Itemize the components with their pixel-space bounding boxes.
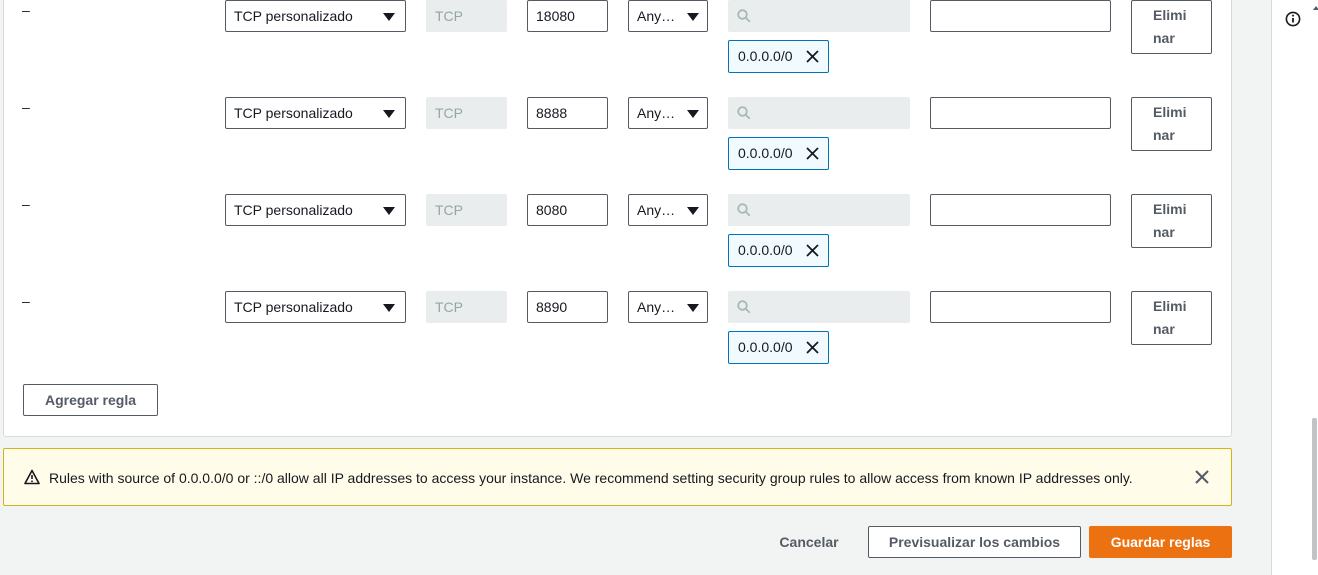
close-icon[interactable]	[806, 147, 819, 160]
close-icon[interactable]	[1195, 470, 1209, 484]
port-range-input[interactable]: 8080	[527, 194, 608, 226]
delete-rule-button[interactable]: Elimi nar	[1131, 194, 1212, 248]
rule-row: – TCP personalizado TCP 8080 Any… 0.0.0.…	[0, 194, 1232, 284]
save-rules-button[interactable]: Guardar reglas	[1089, 526, 1232, 558]
cidr-token: 0.0.0.0/0	[728, 40, 829, 73]
source-search-input[interactable]	[728, 0, 910, 32]
rule-type-select[interactable]: TCP personalizado	[225, 194, 406, 226]
protocol-field: TCP	[426, 97, 507, 129]
help-rail	[1271, 0, 1318, 575]
delete-label-line1: Elimi	[1153, 298, 1187, 314]
scroll-up-icon[interactable]	[1313, 6, 1318, 10]
source-type-select[interactable]: Any…	[628, 194, 708, 226]
delete-rule-button[interactable]: Elimi nar	[1131, 291, 1212, 345]
delete-label-line1: Elimi	[1153, 201, 1187, 217]
rule-id-dash: –	[22, 2, 30, 18]
cidr-token-label: 0.0.0.0/0	[738, 242, 793, 258]
source-type-value: Any…	[637, 299, 676, 315]
rule-type-value: TCP personalizado	[234, 105, 353, 121]
delete-label-line2: nar	[1153, 127, 1175, 143]
port-range-input[interactable]: 8890	[527, 291, 608, 323]
source-type-select[interactable]: Any…	[628, 97, 708, 129]
protocol-field: TCP	[426, 291, 507, 323]
source-type-select[interactable]: Any…	[628, 291, 708, 323]
source-type-value: Any…	[637, 105, 676, 121]
description-input[interactable]	[930, 194, 1111, 226]
caret-down-icon	[383, 13, 395, 21]
info-icon[interactable]	[1285, 11, 1301, 27]
rule-type-value: TCP personalizado	[234, 299, 353, 315]
delete-rule-button[interactable]: Elimi nar	[1131, 97, 1212, 151]
delete-label-line2: nar	[1153, 224, 1175, 240]
warning-alert: Rules with source of 0.0.0.0/0 or ::/0 a…	[3, 448, 1232, 506]
description-input[interactable]	[930, 97, 1111, 129]
close-icon[interactable]	[806, 50, 819, 63]
rule-type-select[interactable]: TCP personalizado	[225, 97, 406, 129]
caret-down-icon	[383, 110, 395, 118]
rule-type-value: TCP personalizado	[234, 202, 353, 218]
caret-down-icon	[687, 207, 699, 215]
port-range-input[interactable]: 8888	[527, 97, 608, 129]
cidr-token: 0.0.0.0/0	[728, 137, 829, 170]
source-search-input[interactable]	[728, 194, 910, 226]
caret-down-icon	[687, 13, 699, 21]
search-icon	[737, 106, 751, 120]
cidr-token-label: 0.0.0.0/0	[738, 339, 793, 355]
search-icon	[737, 9, 751, 23]
close-icon[interactable]	[806, 244, 819, 257]
port-range-input[interactable]: 18080	[527, 0, 608, 32]
rule-row: – TCP personalizado TCP 8890 Any… 0.0.0.…	[0, 291, 1232, 381]
rule-id-dash: –	[22, 196, 30, 212]
caret-down-icon	[687, 304, 699, 312]
search-icon	[737, 300, 751, 314]
delete-label-line2: nar	[1153, 321, 1175, 337]
rule-type-value: TCP personalizado	[234, 8, 353, 24]
preview-changes-button[interactable]: Previsualizar los cambios	[868, 526, 1081, 558]
caret-down-icon	[383, 207, 395, 215]
caret-down-icon	[687, 110, 699, 118]
description-input[interactable]	[930, 291, 1111, 323]
delete-label-line1: Elimi	[1153, 104, 1187, 120]
source-type-value: Any…	[637, 202, 676, 218]
rule-id-dash: –	[22, 293, 30, 309]
protocol-field: TCP	[426, 194, 507, 226]
cidr-token-label: 0.0.0.0/0	[738, 48, 793, 64]
source-type-value: Any…	[637, 8, 676, 24]
description-input[interactable]	[930, 0, 1111, 32]
rule-id-dash: –	[22, 99, 30, 115]
delete-label-line2: nar	[1153, 30, 1175, 46]
rule-type-select[interactable]: TCP personalizado	[225, 0, 406, 32]
caret-down-icon	[383, 304, 395, 312]
close-icon[interactable]	[806, 341, 819, 354]
delete-label-line1: Elimi	[1153, 7, 1187, 23]
alert-message: Rules with source of 0.0.0.0/0 or ::/0 a…	[49, 470, 1133, 486]
delete-rule-button[interactable]: Elimi nar	[1131, 0, 1212, 54]
source-search-input[interactable]	[728, 291, 910, 323]
cidr-token: 0.0.0.0/0	[728, 234, 829, 267]
rule-type-select[interactable]: TCP personalizado	[225, 291, 406, 323]
source-search-input[interactable]	[728, 97, 910, 129]
rule-row: – TCP personalizado TCP 8888 Any… 0.0.0.…	[0, 97, 1232, 187]
rule-row: – TCP personalizado TCP 18080 Any… 0.0.0…	[0, 0, 1232, 90]
search-icon	[737, 203, 751, 217]
cidr-token-label: 0.0.0.0/0	[738, 145, 793, 161]
scrollbar-thumb[interactable]	[1312, 418, 1317, 560]
cidr-token: 0.0.0.0/0	[728, 331, 829, 364]
cancel-button[interactable]: Cancelar	[770, 527, 848, 559]
add-rule-button[interactable]: Agregar regla	[23, 384, 158, 416]
warning-icon	[24, 469, 40, 485]
protocol-field: TCP	[426, 0, 507, 32]
source-type-select[interactable]: Any…	[628, 0, 708, 32]
